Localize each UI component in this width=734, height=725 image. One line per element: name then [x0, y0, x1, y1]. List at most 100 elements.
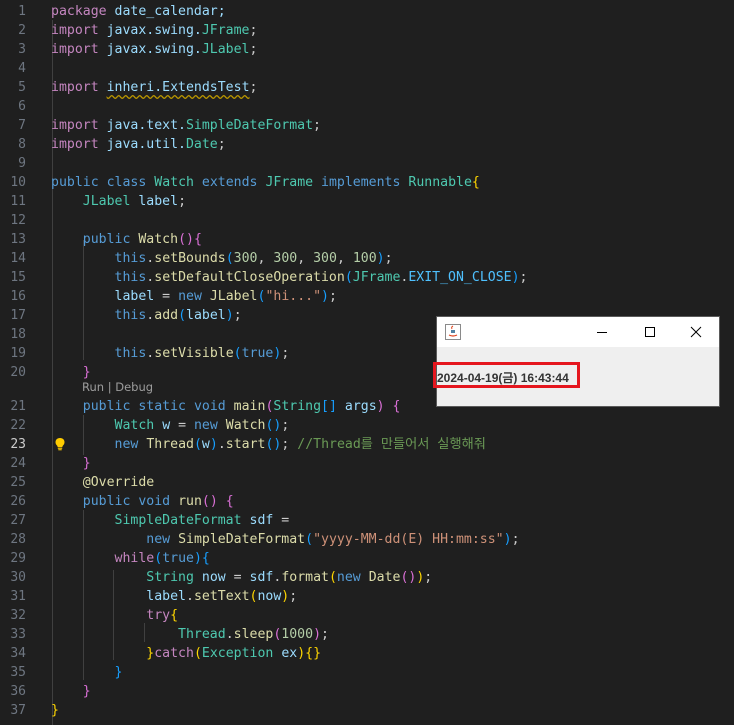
close-button[interactable]	[673, 317, 719, 347]
line-number: 6	[18, 99, 26, 114]
code-token: public	[82, 494, 131, 509]
code-line: 5 import inheri.ExtendsTest;	[0, 78, 734, 97]
code-token: true	[241, 346, 274, 361]
line-code: }	[51, 682, 91, 701]
line-number: 8	[18, 137, 26, 152]
close-icon	[690, 326, 702, 338]
code-line: 10 public class Watch extends JFrame impl…	[0, 173, 734, 192]
code-line: 32 try{	[0, 606, 734, 625]
code-token: ;	[249, 80, 258, 95]
line-number: 5	[18, 80, 26, 95]
code-token: SimpleDateFormat	[114, 513, 242, 528]
code-token: ;	[424, 570, 433, 585]
code-token: setVisible	[154, 346, 234, 361]
code-line: 26 public void run() {	[0, 492, 734, 511]
code-line: 31 label.setText(now);	[0, 587, 734, 606]
line-number: 37	[10, 703, 26, 718]
code-line: 14 this.setBounds(300, 300, 300, 100);	[0, 249, 734, 268]
code-token: "hi..."	[265, 289, 322, 304]
line-code: new SimpleDateFormat("yyyy-MM-dd(E) HH:m…	[51, 530, 520, 549]
code-token: ;	[321, 627, 329, 642]
maximize-button[interactable]	[627, 317, 673, 347]
code-token: ;	[313, 118, 321, 133]
code-token: ()	[201, 494, 218, 509]
line-code: this.setVisible(true);	[51, 344, 290, 363]
code-token: Exception	[201, 646, 274, 661]
line-code: }	[51, 701, 59, 720]
code-line: 23 new Thread(w).start(); //Thread를 만들어서…	[0, 435, 734, 454]
code-token: )	[511, 270, 520, 285]
code-token: Thread	[178, 627, 226, 642]
code-token: )	[297, 646, 306, 661]
code-line: 8 import java.util.Date;	[0, 135, 734, 154]
code-token: (	[154, 551, 163, 566]
code-token: now	[201, 570, 226, 585]
code-token: import	[51, 137, 99, 152]
code-token: ;	[249, 23, 258, 38]
code-token: )	[376, 251, 385, 266]
code-token: label	[114, 289, 155, 304]
line-code: public static void main(String[] args) {	[51, 397, 401, 416]
codelens-run[interactable]: Run	[82, 380, 104, 394]
code-line: 12	[0, 211, 734, 230]
line-code: import inheri.ExtendsTest;	[51, 78, 257, 97]
line-number: 14	[10, 251, 26, 266]
code-line: 6	[0, 97, 734, 116]
code-token: this	[114, 270, 147, 285]
code-line: 9	[0, 154, 734, 173]
code-token: []	[321, 399, 337, 414]
code-token: (	[225, 251, 234, 266]
code-token: static	[138, 399, 186, 414]
lightbulb-icon[interactable]	[53, 437, 67, 451]
line-number: 35	[10, 665, 26, 680]
code-token: new	[114, 437, 139, 452]
code-token: add	[154, 308, 179, 323]
code-token: start	[225, 437, 266, 452]
code-token: this	[114, 346, 147, 361]
code-token: inheri.ExtendsTest	[106, 80, 250, 95]
line-code: public void run() {	[51, 492, 234, 511]
code-token: {	[225, 494, 234, 509]
line-number: 1	[18, 4, 26, 19]
code-token: )	[193, 551, 202, 566]
line-code: SimpleDateFormat sdf =	[51, 511, 290, 530]
code-token: ;	[511, 532, 520, 547]
code-line: 34 }catch(Exception ex){}	[0, 644, 734, 663]
line-code: JLabel label;	[51, 192, 186, 211]
code-token: EXIT_ON_CLOSE	[408, 270, 512, 285]
window-titlebar[interactable]	[437, 317, 719, 347]
code-token: w	[201, 437, 210, 452]
code-token: implements	[321, 175, 401, 190]
code-token: setBounds	[154, 251, 226, 266]
code-token: =	[225, 570, 250, 585]
code-token: ;	[233, 308, 242, 323]
code-token: )	[503, 532, 512, 547]
line-number: 16	[10, 289, 26, 304]
code-line: 4	[0, 59, 734, 78]
code-token: catch	[154, 646, 194, 661]
line-code: public Watch(){	[51, 230, 202, 249]
line-number: 17	[10, 308, 26, 323]
code-line: 11 JLabel label;	[0, 192, 734, 211]
code-line: 36 }	[0, 682, 734, 701]
codelens: Run | Debug	[82, 380, 153, 394]
code-token: {	[170, 608, 179, 623]
code-token: ()	[400, 570, 417, 585]
line-number: 28	[10, 532, 26, 547]
code-token: =	[273, 513, 290, 528]
code-token: format	[281, 570, 329, 585]
minimize-button[interactable]	[579, 317, 625, 347]
line-code: label = new JLabel("hi...");	[51, 287, 337, 306]
code-token: public	[82, 399, 131, 414]
codelens-debug[interactable]: Debug	[115, 380, 153, 394]
